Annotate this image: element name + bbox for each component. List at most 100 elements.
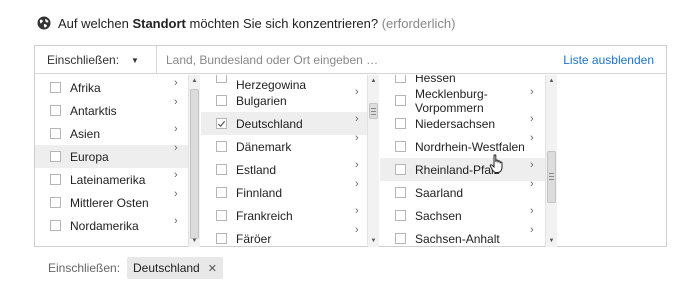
scroll-down-icon[interactable]: ▼	[368, 236, 379, 246]
checkbox[interactable]	[395, 141, 406, 152]
scroll-down-icon[interactable]: ▼	[189, 236, 200, 246]
list-item[interactable]: Europa ›	[35, 142, 188, 168]
required-note: (erforderlich)	[381, 15, 456, 31]
scroll-up-icon[interactable]: ▲	[189, 76, 200, 86]
list-item[interactable]: Bosnien und Herzegowina›	[201, 75, 367, 92]
chevron-right-icon[interactable]: ›	[174, 96, 178, 108]
chevron-right-icon[interactable]: ›	[355, 205, 359, 217]
list-item-label: Dänemark	[236, 139, 292, 154]
selected-location-tag: Deutschland ✕	[127, 257, 223, 279]
checkbox[interactable]	[395, 210, 406, 221]
list-item[interactable]: Antarktis ›	[35, 96, 188, 122]
include-dropdown[interactable]: Einschließen: ▼	[35, 46, 157, 74]
scroll-up-icon[interactable]: ▲	[368, 76, 379, 86]
list-item[interactable]: Färöer ›	[201, 224, 367, 247]
chevron-right-icon[interactable]: ›	[174, 188, 178, 200]
chevron-right-icon[interactable]: ›	[530, 75, 534, 79]
question-header: Auf welchen Standort möchten Sie sich ko…	[37, 13, 455, 33]
chevron-right-icon[interactable]: ›	[355, 75, 359, 79]
list-item[interactable]: Asien ›	[35, 122, 188, 145]
chevron-right-icon[interactable]: ›	[530, 178, 534, 190]
list-item[interactable]: Afrika ›	[35, 76, 188, 99]
chevron-right-icon[interactable]: ›	[355, 113, 359, 125]
checkbox[interactable]	[50, 105, 61, 116]
list-item-label: Finnland	[236, 185, 283, 200]
list-item[interactable]: Mittlerer Osten ›	[35, 188, 188, 214]
checkbox[interactable]	[216, 210, 227, 221]
list-item[interactable]: Lateinamerika ›	[35, 168, 188, 191]
chevron-right-icon[interactable]: ›	[355, 159, 359, 171]
list-item[interactable]: Niedersachsen ›	[380, 112, 545, 135]
chevron-right-icon[interactable]: ›	[530, 113, 534, 125]
list-item-label: Niedersachsen	[415, 116, 496, 131]
checkbox[interactable]	[395, 118, 406, 129]
checkbox[interactable]	[50, 220, 61, 231]
list-item[interactable]: Nordamerika ›	[35, 214, 188, 237]
list-item[interactable]: Saarland ›	[380, 178, 545, 204]
chevron-right-icon[interactable]: ›	[174, 77, 178, 89]
checkbox[interactable]	[216, 118, 227, 129]
list-item-label: Nordrhein-Westfalen	[415, 139, 525, 154]
location-search-input[interactable]	[158, 46, 538, 74]
remove-tag-icon[interactable]: ✕	[208, 262, 217, 275]
checkbox[interactable]	[216, 164, 227, 175]
list-item[interactable]: Mecklenburg-Vorpommern ›	[380, 86, 545, 115]
list-item-label: Deutschland	[236, 116, 303, 131]
checkbox[interactable]	[216, 233, 227, 244]
list-item-label: Rheinland-Pfalz	[415, 162, 500, 177]
list-item[interactable]: Dänemark ›	[201, 132, 367, 158]
list-item[interactable]: Finnland ›	[201, 178, 367, 204]
checkbox[interactable]	[50, 82, 61, 93]
scroll-down-icon[interactable]: ▼	[546, 236, 557, 246]
checkbox[interactable]	[50, 197, 61, 208]
continent-column: Afrika › Antarktis › Asien › Europa › Lateinamer…	[35, 75, 200, 247]
chevron-right-icon[interactable]: ›	[174, 123, 178, 135]
checkbox[interactable]	[216, 75, 227, 83]
chevron-right-icon[interactable]: ›	[355, 86, 359, 98]
checkbox[interactable]	[395, 187, 406, 198]
chevron-right-icon[interactable]: ›	[530, 159, 534, 171]
checkbox[interactable]	[395, 75, 406, 83]
chevron-right-icon[interactable]: ›	[174, 215, 178, 227]
chevron-right-icon[interactable]: ›	[355, 132, 359, 144]
list-item-label: Estland	[236, 162, 277, 177]
checkbox[interactable]	[216, 95, 227, 106]
checkbox[interactable]	[216, 141, 227, 152]
chevron-right-icon[interactable]: ›	[174, 169, 178, 181]
chevron-right-icon[interactable]: ›	[174, 142, 178, 154]
list-item[interactable]: Sachsen-Anhalt ›	[380, 224, 545, 247]
hand-cursor-icon	[489, 154, 503, 173]
chevron-right-icon[interactable]: ›	[530, 205, 534, 217]
list-item-label: Saarland	[415, 185, 464, 200]
scroll-thumb[interactable]	[547, 151, 556, 203]
continent-scrollbar[interactable]: ▲ ▼	[188, 75, 200, 247]
scroll-up-icon[interactable]: ▲	[546, 76, 557, 86]
chevron-right-icon[interactable]: ›	[530, 224, 534, 236]
country-column: Bosnien und Herzegowina›Bulgarien›Deutsc…	[201, 75, 367, 247]
list-item-label: Bulgarien	[236, 93, 287, 108]
checkbox[interactable]	[216, 187, 227, 198]
scroll-thumb[interactable]	[369, 103, 378, 119]
checkbox[interactable]	[50, 174, 61, 185]
list-item[interactable]: Bulgarien ›	[201, 86, 367, 112]
chevron-right-icon[interactable]: ›	[355, 178, 359, 190]
hide-list-link[interactable]: Liste ausblenden	[563, 53, 654, 67]
country-scrollbar[interactable]: ▲ ▼	[367, 75, 379, 247]
list-item[interactable]: Sachsen ›	[380, 204, 545, 227]
checkbox[interactable]	[395, 233, 406, 244]
checkbox[interactable]	[50, 128, 61, 139]
checkbox[interactable]	[395, 164, 406, 175]
chevron-right-icon[interactable]: ›	[355, 224, 359, 236]
state-scrollbar[interactable]: ▲ ▼	[545, 75, 557, 247]
list-item[interactable]: Rheinland-Pfalz ›	[380, 158, 545, 181]
scroll-thumb[interactable]	[190, 89, 199, 239]
list-item[interactable]: Frankreich ›	[201, 204, 367, 227]
checkbox[interactable]	[395, 95, 406, 106]
list-item[interactable]: Nordrhein-Westfalen ›	[380, 132, 545, 158]
list-item[interactable]: Deutschland ›	[201, 112, 367, 135]
list-item[interactable]: Estland ›	[201, 158, 367, 181]
list-item-label: Hessen	[415, 75, 456, 85]
checkbox[interactable]	[50, 151, 61, 162]
chevron-right-icon[interactable]: ›	[530, 132, 534, 144]
chevron-right-icon[interactable]: ›	[530, 86, 534, 98]
